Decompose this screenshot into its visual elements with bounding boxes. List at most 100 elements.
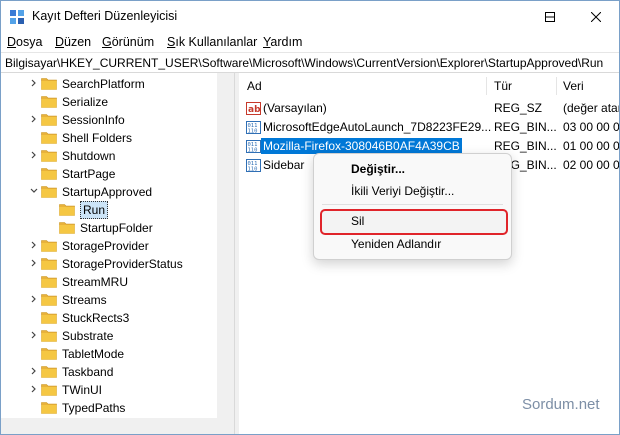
- value-data: 01 00 00 00: [563, 139, 619, 153]
- chevron-right-icon[interactable]: [29, 258, 39, 268]
- menu-yardim[interactable]: Yardım: [263, 35, 302, 49]
- chevron-right-icon[interactable]: [29, 384, 39, 394]
- folder-icon: [41, 366, 57, 378]
- chevron-right-icon[interactable]: [29, 78, 39, 88]
- folder-icon: [41, 258, 57, 270]
- menu-duzen[interactable]: Düzen: [55, 35, 91, 49]
- value-row[interactable]: 011 110 MicrosoftEdgeAutoLaunch_7D8223FE…: [239, 118, 619, 137]
- context-modify[interactable]: Değiştir...: [351, 162, 405, 176]
- menu-dosya[interactable]: Dosya: [7, 35, 42, 49]
- tree-item-label: Streams: [62, 293, 107, 307]
- tree-item-label: Run: [80, 201, 109, 219]
- binary-value-icon: 011 110: [246, 140, 261, 153]
- tree-item-label: SearchPlatform: [62, 77, 145, 91]
- value-name: MicrosoftEdgeAutoLaunch_7D8223FE29...: [263, 120, 492, 134]
- tree-item-label: SessionInfo: [62, 113, 125, 127]
- svg-text:ab: ab: [248, 105, 261, 115]
- folder-icon: [41, 276, 57, 288]
- maximize-icon: [545, 11, 555, 22]
- tree-item[interactable]: Serialize: [1, 93, 216, 111]
- folder-icon: [41, 402, 57, 414]
- tree-item-label: TypedPaths: [62, 401, 126, 415]
- chevron-right-icon[interactable]: [29, 294, 39, 304]
- context-delete[interactable]: Sil: [351, 214, 364, 228]
- chevron-right-icon[interactable]: [29, 240, 39, 250]
- tree-item-label: Taskband: [62, 365, 114, 379]
- tree-item[interactable]: Shell Folders: [1, 129, 216, 147]
- column-divider[interactable]: [556, 77, 557, 95]
- folder-icon: [41, 186, 57, 198]
- column-header-name[interactable]: Ad: [247, 73, 262, 99]
- close-button[interactable]: [573, 1, 619, 32]
- folder-icon: [41, 150, 57, 162]
- tree-item-label: StartPage: [62, 167, 116, 181]
- tree-item[interactable]: Shutdown: [1, 147, 216, 165]
- folder-icon: [41, 312, 57, 324]
- tree-item[interactable]: TWinUI: [1, 381, 216, 399]
- folder-icon: [41, 294, 57, 306]
- tree-item[interactable]: Run: [1, 201, 216, 219]
- tree-item-label: TabletMode: [62, 347, 125, 361]
- svg-text:110: 110: [248, 129, 258, 135]
- close-icon: [591, 11, 601, 22]
- value-name: (Varsayılan): [263, 101, 327, 115]
- folder-icon: [41, 114, 57, 126]
- tree-item[interactable]: Taskband: [1, 363, 216, 381]
- value-row[interactable]: ab (Varsayılan) REG_SZ (değer atan: [239, 99, 619, 118]
- column-header-data[interactable]: Veri: [563, 73, 584, 99]
- binary-value-icon: 011 110: [246, 121, 261, 134]
- column-divider[interactable]: [486, 77, 487, 95]
- tree-item[interactable]: TabletMode: [1, 345, 216, 363]
- menu-bar: Dosya Düzen Görünüm Sık Kullanılanlar Ya…: [1, 33, 619, 52]
- chevron-right-icon[interactable]: [29, 150, 39, 160]
- folder-icon: [41, 348, 57, 360]
- tree-item[interactable]: StartupFolder: [1, 219, 216, 237]
- tree-item-label: Shutdown: [62, 149, 116, 163]
- tree-item[interactable]: Substrate: [1, 327, 216, 345]
- tree-item-label: Serialize: [62, 95, 109, 109]
- tree-item-label: StuckRects3: [62, 311, 130, 325]
- folder-icon: [41, 330, 57, 342]
- tree-item[interactable]: StartupApproved: [1, 183, 216, 201]
- tree-item[interactable]: SearchPlatform: [1, 75, 216, 93]
- value-type: REG_BIN...: [494, 139, 557, 153]
- chevron-right-icon[interactable]: [29, 366, 39, 376]
- folder-icon: [41, 168, 57, 180]
- tree-item[interactable]: SessionInfo: [1, 111, 216, 129]
- svg-text:110: 110: [248, 167, 258, 173]
- address-bar[interactable]: Bilgisayar\HKEY_CURRENT_USER\Software\Mi…: [1, 52, 619, 73]
- tree-item[interactable]: StorageProviderStatus: [1, 255, 216, 273]
- tree-item[interactable]: StorageProvider: [1, 237, 216, 255]
- tree-item-label: TWinUI: [62, 383, 102, 397]
- string-value-icon: ab: [246, 102, 261, 115]
- address-path[interactable]: Bilgisayar\HKEY_CURRENT_USER\Software\Mi…: [5, 56, 603, 70]
- value-data: 03 00 00 00: [563, 120, 619, 134]
- tree-vertical-scrollbar[interactable]: [217, 73, 234, 418]
- tree-horizontal-scrollbar[interactable]: [1, 418, 234, 434]
- registry-editor-window: Kayıt Defteri Düzenleyicisi Dosya Düzen …: [0, 0, 620, 435]
- maximize-button[interactable]: [527, 1, 573, 32]
- svg-text:110: 110: [248, 148, 258, 154]
- chevron-down-icon[interactable]: [29, 186, 39, 196]
- context-modify-binary[interactable]: İkili Veriyi Değiştir...: [351, 184, 454, 198]
- menu-gorunum[interactable]: Görünüm: [102, 35, 154, 49]
- tree-item[interactable]: StreamMRU: [1, 273, 216, 291]
- tree-item[interactable]: Streams: [1, 291, 216, 309]
- value-type: REG_BIN...: [494, 120, 557, 134]
- folder-icon: [41, 78, 57, 90]
- tree-item[interactable]: StartPage: [1, 165, 216, 183]
- value-type: REG_SZ: [494, 101, 543, 115]
- column-header-type[interactable]: Tür: [494, 73, 512, 99]
- menu-sik-kullanilanlar[interactable]: Sık Kullanılanlar: [167, 35, 257, 49]
- value-data: (değer atan: [563, 101, 619, 115]
- tree-item[interactable]: StuckRects3: [1, 309, 216, 327]
- chevron-right-icon[interactable]: [29, 114, 39, 124]
- context-separator: [322, 204, 503, 205]
- tree-item-label: StreamMRU: [62, 275, 129, 289]
- tree-item-label: Substrate: [62, 329, 114, 343]
- context-rename[interactable]: Yeniden Adlandır: [351, 237, 441, 251]
- tree-item[interactable]: TypedPaths: [1, 399, 216, 417]
- chevron-right-icon[interactable]: [29, 330, 39, 340]
- key-tree: SearchPlatform Serialize SessionInfo Shell …: [1, 73, 216, 418]
- value-data: 02 00 00 00: [563, 158, 619, 172]
